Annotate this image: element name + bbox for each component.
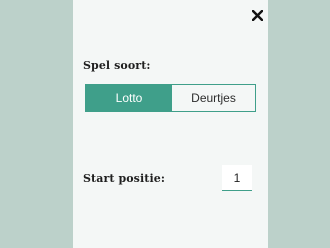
close-icon <box>251 9 263 21</box>
start-position-input[interactable] <box>222 165 252 191</box>
game-type-option-deurtjes[interactable]: Deurtjes <box>172 85 255 111</box>
game-type-option-lotto[interactable]: Lotto <box>86 85 172 111</box>
game-type-toggle: Lotto Deurtjes <box>85 84 256 112</box>
settings-panel: Spel soort: Lotto Deurtjes Start positie… <box>73 0 268 248</box>
game-type-label: Spel soort: <box>83 59 151 72</box>
start-position-label: Start positie: <box>83 172 165 185</box>
close-button[interactable] <box>248 6 266 24</box>
